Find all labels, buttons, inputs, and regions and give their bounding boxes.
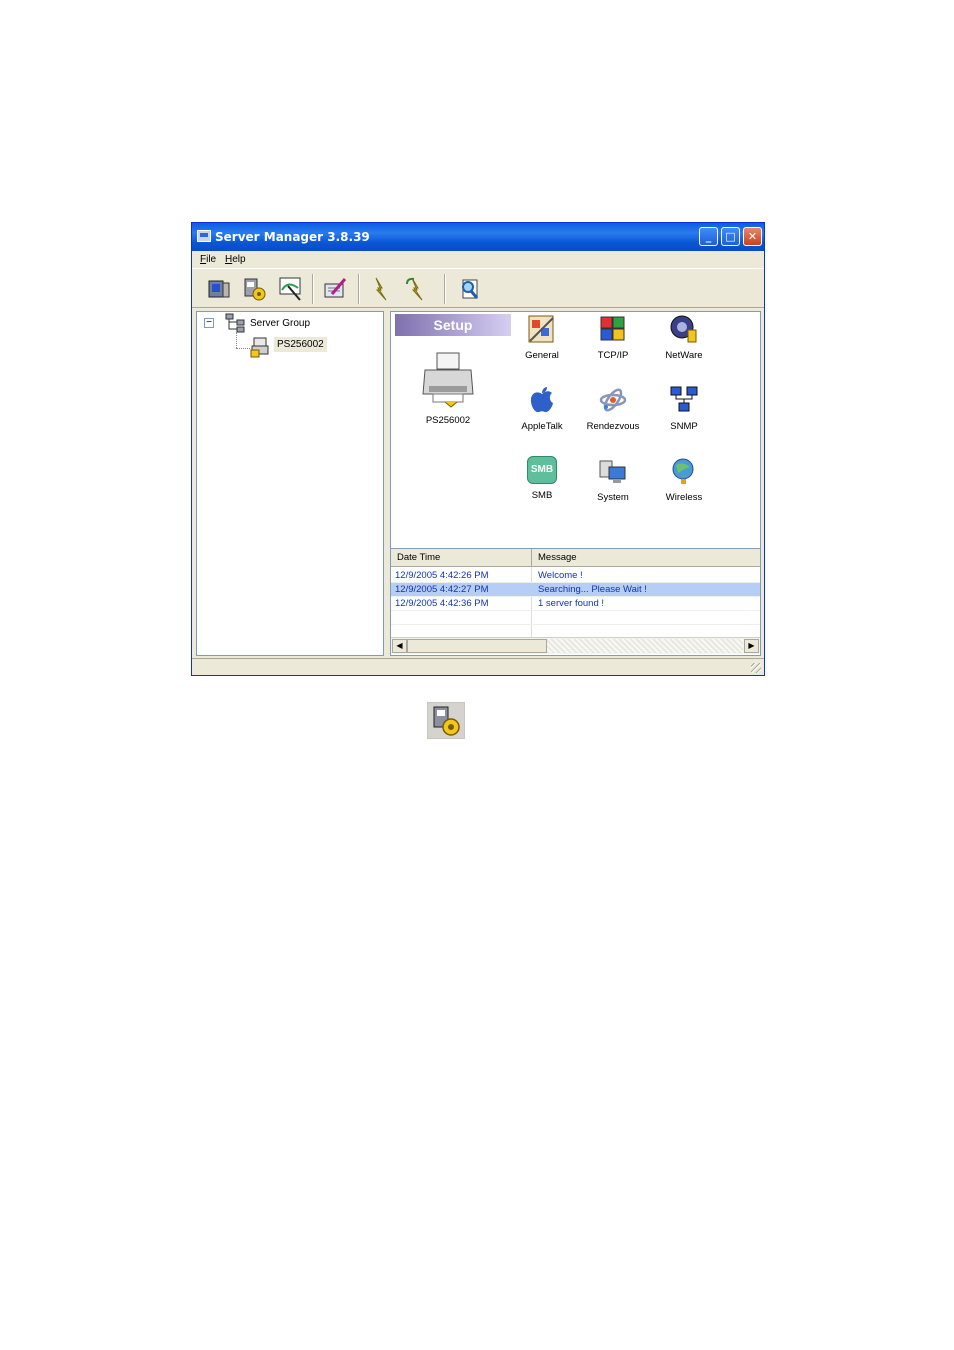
gear-setup-icon [244, 278, 266, 301]
column-date-time[interactable]: Date Time [391, 549, 532, 566]
log-time: 12/9/2005 4:42:26 PM [395, 570, 489, 581]
setup-banner: Setup [395, 314, 511, 336]
printer-icon [422, 352, 474, 408]
flash-restore-icon [406, 277, 423, 301]
scroll-thumb[interactable] [407, 639, 547, 653]
title-bar[interactable]: Server Manager 3.8.39 _ □ ✕ [192, 223, 764, 251]
resize-grip-icon[interactable] [751, 663, 761, 673]
menu-bar: File Help [192, 251, 764, 268]
search-network-icon [279, 277, 301, 301]
menu-help[interactable]: Help [225, 254, 246, 265]
setup-tcpip[interactable]: TCP/IP [581, 314, 645, 361]
tcpip-icon [600, 316, 625, 341]
log-row-selected[interactable]: 12/9/2005 4:42:27 PM Searching... Please… [391, 583, 760, 597]
restore-button[interactable] [404, 276, 430, 302]
device-item[interactable]: PS256002 [417, 350, 479, 426]
log-message: Searching... Please Wait ! [538, 584, 647, 595]
log-time: 12/9/2005 4:42:36 PM [395, 598, 489, 609]
upgrade-button[interactable] [368, 276, 394, 302]
server-group-icon [225, 313, 245, 333]
setup-rendezvous[interactable]: Rendezvous [581, 385, 645, 432]
setup-panel: Setup PS256002 General TCP/IP NetWare Ap… [390, 311, 761, 549]
setup-wireless[interactable]: Wireless [652, 456, 716, 503]
setup-netware[interactable]: NetWare [652, 314, 716, 361]
setup-smb-label: SMB [531, 490, 553, 501]
horizontal-scrollbar[interactable]: ◀ ▶ [391, 637, 760, 654]
log-message: 1 server found ! [538, 598, 605, 609]
log-row-empty [391, 611, 760, 625]
server-monitor-icon [208, 280, 230, 298]
system-icon [599, 460, 626, 483]
scroll-track[interactable] [547, 639, 743, 653]
print-server-icon [250, 337, 269, 358]
help-button[interactable] [457, 276, 483, 302]
setup-snmp[interactable]: SNMP [652, 385, 716, 432]
edit-button[interactable] [322, 276, 348, 302]
gear-setup-icon [433, 706, 460, 736]
setup-system[interactable]: System [581, 456, 645, 503]
collapse-toggle[interactable]: − [204, 318, 214, 328]
toolbar-separator [312, 274, 314, 304]
rendezvous-icon [599, 388, 627, 412]
window-title: Server Manager 3.8.39 [215, 230, 370, 244]
setup-tcpip-label: TCP/IP [597, 350, 629, 361]
setup-general-label: General [525, 350, 559, 361]
snmp-icon [670, 386, 698, 412]
setup-system-label: System [597, 492, 629, 503]
log-time: 12/9/2005 4:42:27 PM [395, 584, 489, 595]
setup-smb[interactable]: SMB SMB [510, 456, 574, 501]
help-magnifier-icon [462, 279, 479, 299]
smb-icon: SMB [527, 456, 557, 484]
server-manager-window: Server Manager 3.8.39 _ □ ✕ File Help − … [191, 222, 765, 676]
flash-upgrade-icon [375, 277, 387, 301]
setup-appletalk-label: AppleTalk [521, 421, 563, 432]
log-message: Welcome ! [538, 570, 583, 581]
setup-button-image [427, 702, 465, 739]
setup-rendezvous-label: Rendezvous [586, 421, 640, 432]
tree-line [236, 332, 238, 348]
search-network-button[interactable] [278, 276, 304, 302]
setup-snmp-label: SNMP [670, 421, 698, 432]
setup-netware-label: NetWare [665, 350, 703, 361]
message-log[interactable]: Date Time Message 12/9/2005 4:42:26 PM W… [390, 549, 761, 656]
edit-document-icon [324, 278, 347, 298]
tree-line [236, 348, 250, 350]
toolbar-separator [444, 274, 446, 304]
minimize-button[interactable]: _ [699, 227, 718, 246]
tree-child-label[interactable]: PS256002 [274, 337, 327, 352]
appletalk-icon [530, 387, 553, 413]
status-bar [192, 658, 764, 675]
server-monitor-button[interactable] [206, 276, 232, 302]
log-header: Date Time Message [391, 549, 760, 567]
scroll-left-button[interactable]: ◀ [392, 639, 407, 653]
general-settings-icon [528, 315, 554, 343]
device-label: PS256002 [425, 415, 471, 426]
netware-icon [670, 315, 697, 343]
toolbar [192, 268, 764, 308]
server-tree[interactable]: − Server Group PS256002 [196, 311, 384, 656]
scroll-right-button[interactable]: ▶ [744, 639, 759, 653]
setup-general[interactable]: General [510, 314, 574, 361]
setup-appletalk[interactable]: AppleTalk [510, 385, 574, 432]
wireless-icon [672, 458, 694, 484]
tree-root-label[interactable]: Server Group [250, 318, 310, 329]
close-button[interactable]: ✕ [743, 227, 762, 246]
app-icon [197, 230, 211, 242]
column-message[interactable]: Message [532, 549, 760, 566]
log-row[interactable]: 12/9/2005 4:42:26 PM Welcome ! [391, 569, 760, 583]
setup-button[interactable] [242, 276, 268, 302]
setup-wireless-label: Wireless [665, 492, 703, 503]
log-row[interactable]: 12/9/2005 4:42:36 PM 1 server found ! [391, 597, 760, 611]
menu-file[interactable]: File [200, 254, 216, 265]
maximize-button[interactable]: □ [721, 227, 740, 246]
toolbar-separator [358, 274, 360, 304]
